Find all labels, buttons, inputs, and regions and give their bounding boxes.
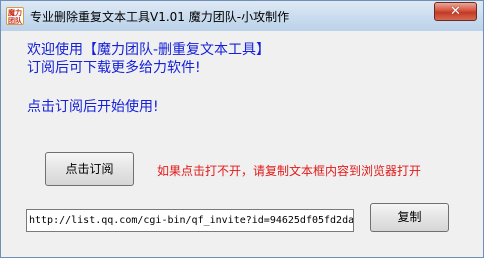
subscribe-button[interactable]: 点击订阅 [45,152,134,186]
app-logo-text: 魔力 团队 [8,9,22,25]
window-title: 专业删除重复文本工具V1.01 魔力团队-小攻制作 [30,10,290,24]
hint-text: 如果点击打不开，请复制文本框内容到浏览器打开 [157,164,422,178]
title-bar[interactable]: 魔力 团队 专业删除重复文本工具V1.01 魔力团队-小攻制作 ✕ [1,1,483,31]
app-logo-icon: 魔力 团队 [6,7,24,25]
copy-button[interactable]: 复制 [370,203,449,232]
app-window: 魔力 团队 专业删除重复文本工具V1.01 魔力团队-小攻制作 ✕ 欢迎使用【魔力… [0,0,484,258]
close-button[interactable]: ✕ [434,2,477,21]
welcome-line-2: 订阅后可下载更多给力软件! [27,60,201,76]
close-icon: ✕ [450,4,461,19]
welcome-line-1: 欢迎使用【魔力团队-删重复文本工具】 [27,42,271,58]
subscribe-prompt: 点击订阅后开始使用! [27,99,159,115]
url-field[interactable]: http://list.qq.com/cgi-bin/qf_invite?id=… [26,209,354,232]
welcome-message: 欢迎使用【魔力团队-删重复文本工具】 订阅后可下载更多给力软件! [27,41,270,77]
